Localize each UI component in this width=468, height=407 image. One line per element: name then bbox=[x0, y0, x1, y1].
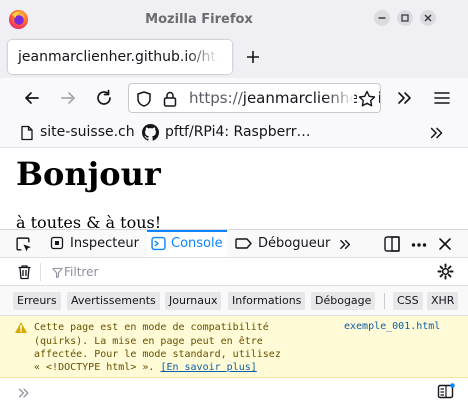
bookmark-pftf-rpi4[interactable]: pftf/RPi4: Raspberr… bbox=[142, 123, 317, 143]
inspector-icon bbox=[50, 236, 64, 250]
warning-line: affectée. Pour le mode standard, utilise… bbox=[34, 349, 281, 360]
warning-line: Cette page est en mode de compatibilité bbox=[34, 322, 269, 333]
page-icon bbox=[21, 125, 33, 141]
bookmarks-toolbar: site-suisse.ch pftf/RPi4: Raspberr… bbox=[0, 118, 468, 148]
hamburger-menu-icon[interactable] bbox=[431, 87, 453, 109]
close-icon bbox=[420, 10, 436, 26]
github-icon bbox=[142, 124, 159, 141]
close-window-button[interactable] bbox=[420, 10, 436, 26]
warning-icon bbox=[15, 322, 27, 333]
window-title: Mozilla Firefox bbox=[145, 12, 253, 27]
url-protocol: https:// bbox=[189, 89, 243, 107]
editor-mode-toggle-icon[interactable] bbox=[437, 383, 455, 401]
title-bar: Mozilla Firefox bbox=[0, 0, 468, 36]
clear-console-trash-icon[interactable] bbox=[17, 264, 32, 280]
dock-toggle-icon[interactable] bbox=[383, 235, 401, 253]
page-heading: Bonjour bbox=[16, 155, 161, 193]
bookmark-star-icon[interactable] bbox=[357, 89, 377, 109]
message-source-link[interactable]: exemple_001.html bbox=[344, 321, 440, 332]
lock-icon[interactable] bbox=[162, 90, 178, 108]
back-button[interactable] bbox=[21, 87, 43, 109]
bookmarks-overflow-chevrons-icon[interactable] bbox=[427, 123, 447, 143]
active-tab[interactable]: jeanmarclienher.github.io/html/exemple_0… bbox=[8, 40, 232, 74]
address-bar[interactable]: https://jeanmarclienher.github.io/html/e… bbox=[128, 83, 381, 113]
devtools-toolbar: Inspecteur Console Débogueur bbox=[0, 230, 468, 258]
maximize-icon bbox=[397, 10, 413, 26]
filter-chip-warnings[interactable]: Avertissements bbox=[67, 292, 160, 310]
console-filter-bar bbox=[0, 258, 468, 286]
close-devtools-icon[interactable] bbox=[437, 236, 453, 252]
filter-chip-info[interactable]: Informations bbox=[228, 292, 306, 310]
debugger-icon bbox=[235, 238, 252, 249]
prompt-chevrons-icon bbox=[18, 388, 29, 398]
tab-inspector[interactable]: Inspecteur bbox=[48, 230, 140, 257]
bookmark-site-suisse[interactable]: site-suisse.ch bbox=[19, 123, 135, 143]
console-settings-gear-icon[interactable] bbox=[437, 263, 454, 280]
tab-console[interactable]: Console bbox=[147, 230, 227, 257]
tab-label: Console bbox=[171, 236, 223, 251]
more-tools-chevrons-icon[interactable] bbox=[337, 236, 354, 253]
page-content: Bonjour à toutes & à tous! bbox=[0, 149, 468, 229]
console-filter-input[interactable] bbox=[46, 262, 426, 282]
tab-debugger[interactable]: Débogueur bbox=[233, 230, 331, 257]
minimize-icon bbox=[374, 10, 390, 26]
bookmark-label: pftf/RPi4: Raspberr… bbox=[165, 124, 311, 140]
console-level-filters: Erreurs Avertissements Journaux Informat… bbox=[0, 286, 468, 316]
navigation-toolbar: https://jeanmarclienher.github.io/html/e… bbox=[0, 78, 468, 118]
filter-chip-debug[interactable]: Débogage bbox=[311, 292, 376, 310]
devtools-panel: Inspecteur Console Débogueur Filtrer Err… bbox=[0, 229, 468, 407]
forward-button[interactable] bbox=[57, 87, 79, 109]
console-command-input[interactable] bbox=[34, 384, 424, 402]
minimize-button[interactable] bbox=[374, 10, 390, 26]
warning-line: « <!DOCTYPE html> ». [En savoir plus] bbox=[34, 362, 257, 373]
element-picker-icon[interactable] bbox=[15, 236, 32, 253]
warning-line: (quirks). La mise en page peut en être bbox=[34, 336, 263, 347]
new-tab-button[interactable] bbox=[242, 46, 264, 68]
tab-label: Inspecteur bbox=[70, 236, 139, 251]
overflow-menu-chevrons-icon[interactable] bbox=[394, 87, 416, 109]
tracking-protection-shield-icon[interactable] bbox=[135, 90, 153, 108]
filter-chip-logs[interactable]: Journaux bbox=[165, 292, 222, 310]
filter-chip-xhr[interactable]: XHR bbox=[427, 292, 459, 310]
filter-chip-errors[interactable]: Erreurs bbox=[13, 292, 61, 310]
more-options-icon[interactable] bbox=[410, 236, 428, 254]
maximize-button[interactable] bbox=[397, 10, 413, 26]
tab-label: Débogueur bbox=[258, 236, 331, 251]
tab-strip: jeanmarclienher.github.io/html/exemple_0… bbox=[0, 36, 468, 78]
filter-chip-css[interactable]: CSS bbox=[393, 292, 423, 310]
console-icon bbox=[151, 236, 166, 251]
learn-more-link[interactable]: [En savoir plus] bbox=[160, 362, 256, 373]
bookmark-label: site-suisse.ch bbox=[40, 124, 135, 140]
console-warning-message: Cette page est en mode de compatibilité … bbox=[0, 316, 468, 378]
page-paragraph: à toutes & à tous! bbox=[16, 213, 162, 229]
console-input-area bbox=[0, 378, 468, 407]
reload-button[interactable] bbox=[93, 87, 115, 109]
